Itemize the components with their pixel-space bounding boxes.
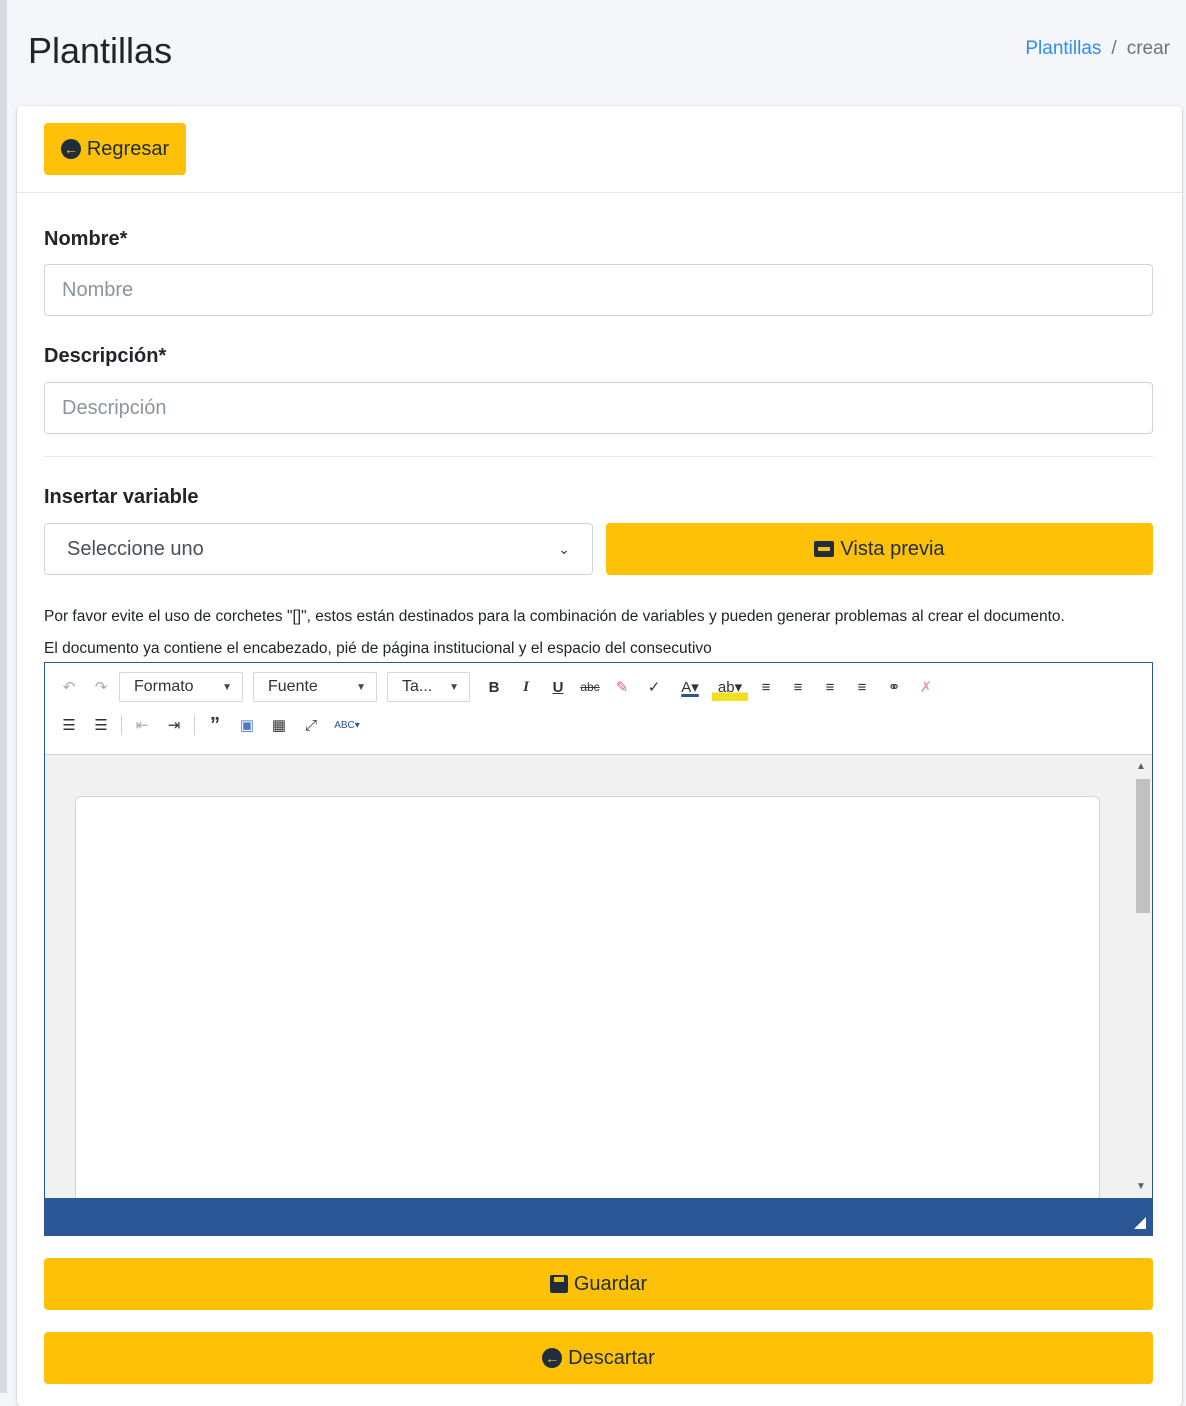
breadcrumb-current: crear [1126,38,1170,59]
printer-icon [814,541,835,557]
undo-icon[interactable]: ↶ [55,673,83,701]
italic-icon[interactable]: I [512,673,540,701]
breadcrumb: Plantillas / crear [1025,38,1170,60]
format-combo[interactable]: Formato ▼ [119,672,243,702]
variable-label: Insertar variable [44,486,199,508]
descripcion-label: Descripción* [44,345,167,367]
link-icon[interactable]: ⚭ [880,673,908,701]
breadcrumb-link-plantillas[interactable]: Plantillas [1025,38,1101,59]
chevron-down-icon: ⌄ [558,540,570,557]
strikethrough-icon[interactable]: abc [576,673,604,701]
document-info-note: El documento ya contiene el encabezado, … [44,640,712,657]
page-title: Plantillas [28,30,173,71]
spellcheck-icon[interactable]: ABC ▾ [329,711,365,739]
background-color-icon[interactable]: ab▾ [712,673,748,701]
text-color-icon[interactable]: A▾ [672,673,708,701]
scroll-down-icon[interactable]: ▼ [1136,1181,1146,1192]
save-icon [549,1275,568,1293]
discard-button-label: Descartar [568,1346,655,1369]
underline-icon[interactable]: U [544,673,572,701]
font-combo-label: Fuente [268,678,318,695]
form-divider [44,456,1153,457]
rich-text-editor: ↶ ↷ Formato ▼ Fuente ▼ Ta... ▼ B I U abc ✎ … [44,662,1153,1236]
table-icon[interactable]: ▦ [265,711,293,739]
editor-toolbar: ↶ ↷ Formato ▼ Fuente ▼ Ta... ▼ B I U abc ✎ … [45,663,1152,755]
brackets-warning: Por favor evite el uso de corchetes "[]"… [44,608,1065,625]
preview-button-label: Vista previa [840,537,945,560]
scroll-up-icon[interactable]: ▲ [1136,761,1146,772]
align-center-icon[interactable]: ≡ [784,673,812,701]
spellcheck-label: ABC [334,719,355,731]
bulleted-list-icon[interactable]: ☰ [87,711,115,739]
size-combo[interactable]: Ta... ▼ [387,672,470,702]
format-combo-label: Formato [134,678,194,695]
scroll-thumb[interactable] [1136,779,1150,913]
back-button[interactable]: ← Regresar [44,123,186,175]
size-combo-label: Ta... [402,678,433,695]
unlink-icon[interactable]: ✗ [912,673,940,701]
editor-scrollbar[interactable]: ▲ ▼ [1132,755,1152,1198]
arrow-circle-left-icon: ← [542,1348,563,1368]
arrow-circle-left-icon: ← [60,139,81,159]
editor-page[interactable] [75,796,1100,1198]
indent-icon[interactable]: ⇥ [160,711,188,739]
font-combo[interactable]: Fuente ▼ [253,672,377,702]
save-button-label: Guardar [573,1272,648,1295]
breadcrumb-separator: / [1111,38,1117,59]
toolbar-separator [121,715,122,735]
descripcion-input[interactable] [44,382,1153,434]
preview-button[interactable]: Vista previa [606,523,1153,575]
variable-select[interactable]: Seleccione uno ⌄ [44,523,593,575]
maximize-icon[interactable]: ⤢ [297,711,325,739]
card-header: ← Regresar [17,106,1182,193]
sidebar-edge [0,0,7,1393]
align-justify-icon[interactable]: ≡ [848,673,876,701]
redo-icon[interactable]: ↷ [87,673,115,701]
numbered-list-icon[interactable]: ☰ [55,711,83,739]
save-button[interactable]: Guardar [44,1258,1153,1310]
editor-content-area[interactable]: ▲ ▼ [45,755,1152,1198]
caret-down-icon: ▼ [222,681,232,693]
caret-down-icon: ▼ [356,681,366,693]
copy-format-icon[interactable]: ✓ [640,673,668,701]
toolbar-separator [194,715,195,735]
align-right-icon[interactable]: ≡ [816,673,844,701]
editor-statusbar [45,1198,1152,1235]
resize-handle-icon[interactable] [1134,1217,1146,1229]
align-left-icon[interactable]: ≡ [752,673,780,701]
caret-down-icon: ▼ [449,681,459,693]
outdent-icon[interactable]: ⇤ [128,711,156,739]
remove-format-icon[interactable]: ✎ [608,673,636,701]
blockquote-icon[interactable]: ” [201,711,229,739]
variable-select-value: Seleccione uno [67,537,204,560]
form-card: ← Regresar Nombre* Descripción* Insertar… [17,106,1182,1406]
back-button-label: Regresar [86,137,170,160]
nombre-label: Nombre* [44,228,128,250]
image-icon[interactable]: ▣ [233,711,261,739]
discard-button[interactable]: ← Descartar [44,1332,1153,1384]
nombre-input[interactable] [44,264,1153,316]
bold-icon[interactable]: B [480,673,508,701]
